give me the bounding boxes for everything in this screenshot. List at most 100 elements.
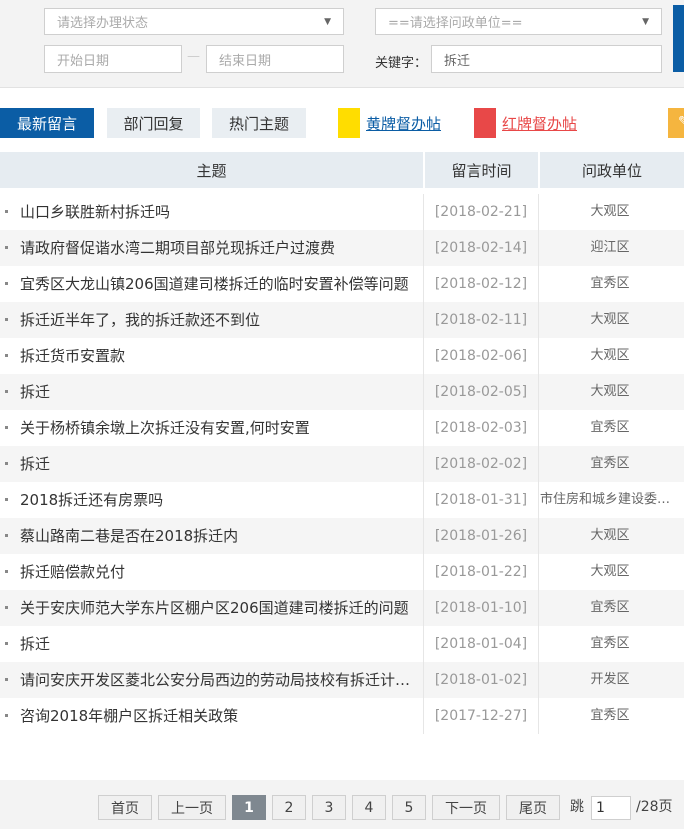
tab-hot-topics[interactable]: 热门主题: [212, 108, 306, 138]
bullet-icon: [5, 534, 8, 537]
table-row[interactable]: 拆迁 [2018-02-05] 大观区: [0, 374, 684, 410]
last-page-button[interactable]: 尾页: [506, 795, 560, 820]
search-button[interactable]: [673, 5, 684, 72]
page-jump-input[interactable]: 1: [591, 796, 631, 820]
row-title[interactable]: 2018拆迁还有房票吗: [20, 482, 418, 518]
table-row[interactable]: 拆迁 [2018-01-04] 宜秀区: [0, 626, 684, 662]
row-unit: 大观区: [590, 564, 630, 579]
table-row[interactable]: 拆迁近半年了，我的拆迁款还不到位 [2018-02-11] 大观区: [0, 302, 684, 338]
table-row[interactable]: 山口乡联胜新村拆迁吗 [2018-02-21] 大观区: [0, 194, 684, 230]
table-row[interactable]: 2018拆迁还有房票吗 [2018-01-31] 市住房和城乡建设委员会: [0, 482, 684, 518]
header-unit: 问政单位: [581, 161, 642, 180]
red-flag-icon: [474, 108, 496, 138]
bullet-icon: [5, 570, 8, 573]
start-date-input[interactable]: 开始日期: [44, 45, 182, 73]
row-unit: 大观区: [590, 348, 630, 363]
row-date: [2018-02-05]: [434, 384, 528, 400]
row-unit: 宜秀区: [590, 456, 630, 471]
bullet-icon: [5, 714, 8, 717]
row-date: [2018-02-11]: [434, 312, 528, 328]
prev-page-button[interactable]: 上一页: [158, 795, 226, 820]
page-1-button[interactable]: 1: [232, 795, 266, 820]
row-unit: 市住房和城乡建设委员会: [540, 492, 680, 507]
row-title[interactable]: 请问安庆开发区菱北公安分局西边的劳动局技校有拆迁计划吗: [20, 662, 418, 698]
bullet-icon: [5, 354, 8, 357]
page-5-button[interactable]: 5: [392, 795, 426, 820]
keyword-input-value: 拆迁: [444, 53, 471, 69]
row-date: [2018-02-14]: [434, 240, 528, 256]
bullet-icon: [5, 462, 8, 465]
column-divider: [423, 194, 424, 734]
row-unit: 宜秀区: [590, 600, 630, 615]
row-unit: 宜秀区: [590, 276, 630, 291]
bullet-icon: [5, 678, 8, 681]
table-row[interactable]: 拆迁赔偿款兑付 [2018-01-22] 大观区: [0, 554, 684, 590]
column-divider: [538, 194, 539, 734]
row-title[interactable]: 请政府督促谐水湾二期项目部兑现拆迁户过渡费: [20, 230, 418, 266]
orange-flag-icon[interactable]: ✎: [668, 108, 684, 138]
row-title[interactable]: 山口乡联胜新村拆迁吗: [20, 194, 418, 230]
row-title[interactable]: 拆迁: [20, 374, 418, 410]
row-unit: 宜秀区: [590, 708, 630, 723]
table-row[interactable]: 请问安庆开发区菱北公安分局西边的劳动局技校有拆迁计划吗 [2018-01-02]…: [0, 662, 684, 698]
row-date: [2018-02-12]: [434, 276, 528, 292]
tab-dept-reply[interactable]: 部门回复: [107, 108, 200, 138]
table-row[interactable]: 拆迁 [2018-02-02] 宜秀区: [0, 446, 684, 482]
row-title[interactable]: 拆迁近半年了，我的拆迁款还不到位: [20, 302, 418, 338]
row-date: [2018-01-22]: [434, 564, 528, 580]
row-unit: 迎江区: [590, 240, 630, 255]
table-row[interactable]: 请政府督促谐水湾二期项目部兑现拆迁户过渡费 [2018-02-14] 迎江区: [0, 230, 684, 266]
row-title[interactable]: 咨询2018年棚户区拆迁相关政策: [20, 698, 418, 734]
tab-latest[interactable]: 最新留言: [0, 108, 94, 138]
row-title[interactable]: 关于杨桥镇余墩上次拆迁没有安置,何时安置: [20, 410, 418, 446]
row-unit: 大观区: [590, 384, 630, 399]
bullet-icon: [5, 318, 8, 321]
yellow-flag-icon: [338, 108, 360, 138]
keyword-input[interactable]: 拆迁: [431, 45, 662, 73]
bullet-icon: [5, 390, 8, 393]
first-page-button[interactable]: 首页: [98, 795, 152, 820]
table-row[interactable]: 咨询2018年棚户区拆迁相关政策 [2017-12-27] 宜秀区: [0, 698, 684, 734]
end-date-placeholder: 结束日期: [219, 53, 272, 69]
keyword-label: 关键字：: [375, 56, 428, 71]
bullet-icon: [5, 210, 8, 213]
table-row[interactable]: 关于杨桥镇余墩上次拆迁没有安置,何时安置 [2018-02-03] 宜秀区: [0, 410, 684, 446]
page-4-button[interactable]: 4: [352, 795, 386, 820]
row-title[interactable]: 蔡山路南二巷是否在2018拆迁内: [20, 518, 418, 554]
row-title[interactable]: 拆迁: [20, 446, 418, 482]
table-header: 主题 留言时间 问政单位: [0, 152, 684, 188]
row-unit: 宜秀区: [590, 636, 630, 651]
row-title[interactable]: 拆迁: [20, 626, 418, 662]
header-title: 主题: [196, 161, 227, 180]
next-page-button[interactable]: 下一页: [432, 795, 500, 820]
table-row[interactable]: 蔡山路南二巷是否在2018拆迁内 [2018-01-26] 大观区: [0, 518, 684, 554]
row-title[interactable]: 拆迁赔偿款兑付: [20, 554, 418, 590]
row-title[interactable]: 关于安庆师范大学东片区棚户区206国道建司楼拆迁的问题: [20, 590, 418, 626]
row-unit: 大观区: [590, 528, 630, 543]
status-select[interactable]: 请选择办理状态 ▼: [44, 8, 344, 35]
row-title[interactable]: 宜秀区大龙山镇206国道建司楼拆迁的临时安置补偿等问题: [20, 266, 418, 302]
chevron-down-icon: ▼: [324, 16, 331, 27]
unit-select-text: ==请选择问政单位==: [388, 16, 523, 31]
row-date: [2018-02-21]: [434, 204, 528, 220]
table-row[interactable]: 拆迁货币安置款 [2018-02-06] 大观区: [0, 338, 684, 374]
jump-label: 跳: [570, 799, 584, 815]
table-row[interactable]: 宜秀区大龙山镇206国道建司楼拆迁的临时安置补偿等问题 [2018-02-12]…: [0, 266, 684, 302]
row-title[interactable]: 拆迁货币安置款: [20, 338, 418, 374]
page-3-button[interactable]: 3: [312, 795, 346, 820]
row-date: [2018-02-06]: [434, 348, 528, 364]
date-range-separator: —: [187, 49, 200, 64]
row-date: [2018-02-02]: [434, 456, 528, 472]
row-unit: 大观区: [590, 204, 630, 219]
end-date-input[interactable]: 结束日期: [206, 45, 344, 73]
row-unit: 大观区: [590, 312, 630, 327]
row-date: [2018-01-10]: [434, 600, 528, 616]
bullet-icon: [5, 246, 8, 249]
page-2-button[interactable]: 2: [272, 795, 306, 820]
table-row[interactable]: 关于安庆师范大学东片区棚户区206国道建司楼拆迁的问题 [2018-01-10]…: [0, 590, 684, 626]
row-unit: 宜秀区: [590, 420, 630, 435]
red-card-link[interactable]: 红牌督办帖: [502, 113, 577, 134]
unit-select[interactable]: ==请选择问政单位== ▼: [375, 8, 662, 35]
bullet-icon: [5, 498, 8, 501]
yellow-card-link[interactable]: 黄牌督办帖: [366, 113, 441, 134]
